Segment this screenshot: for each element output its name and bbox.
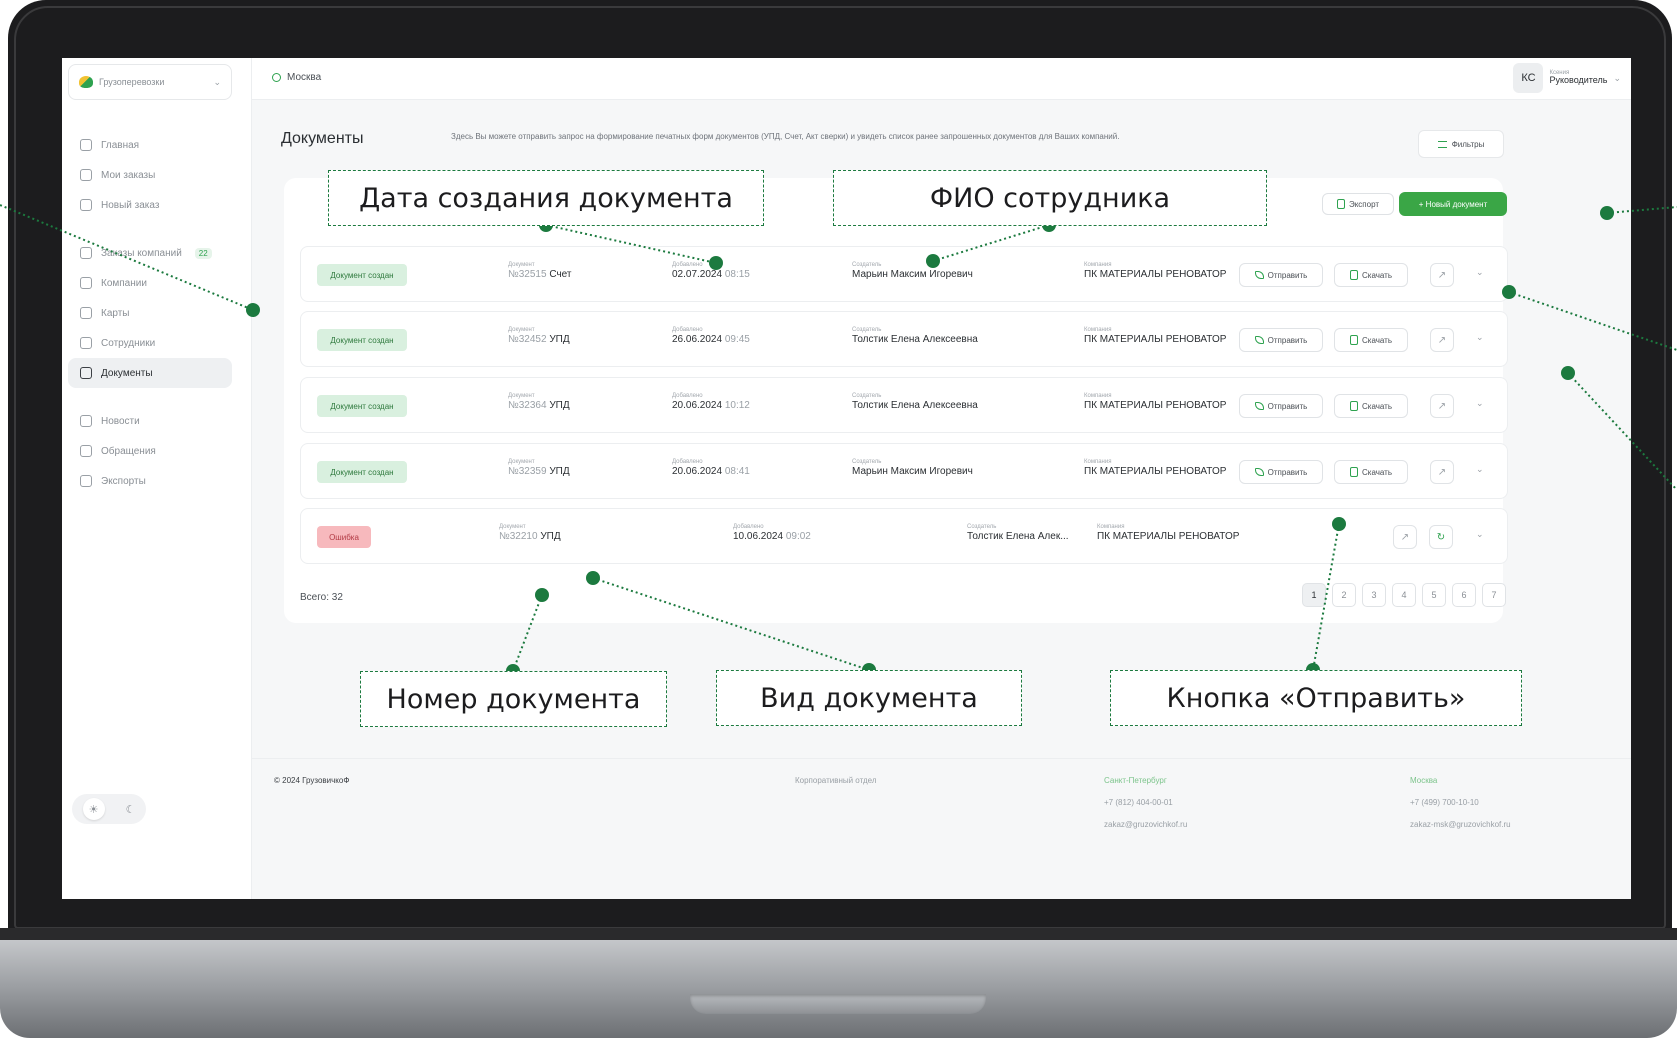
annotation-dot [1600, 206, 1614, 220]
callout-doc-type: Вид документа [716, 670, 1022, 726]
callout-employee-name: ФИО сотрудника [833, 170, 1267, 226]
callout-date-created: Дата создания документа [328, 170, 764, 226]
callout-doc-number: Номер документа [360, 671, 667, 727]
leader-line-expand [1567, 372, 1677, 491]
annotation-dot [1561, 366, 1575, 380]
annotation-dot [586, 571, 600, 585]
annotation-dot [926, 254, 940, 268]
leader-line-date [545, 224, 717, 264]
annotation-dot [535, 588, 549, 602]
annotation-dot [709, 256, 723, 270]
annotation-dot [1502, 285, 1516, 299]
leader-line-employee [932, 224, 1050, 262]
leader-line-sidebar [0, 204, 254, 311]
leader-line-number [512, 594, 543, 672]
leader-line-send [1312, 523, 1340, 671]
annotation-dot [1332, 517, 1346, 531]
annotation-lines [0, 204, 1677, 678]
annotation-dot [246, 303, 260, 317]
leader-line-type [592, 577, 870, 671]
callout-send-button: Кнопка «Отправить» [1110, 670, 1522, 726]
leader-line-new-doc [1606, 206, 1677, 214]
leader-line-actions [1508, 291, 1677, 351]
stage: Грузоперевозки ⌄ Главная Мои заказы Новый … [0, 0, 1677, 1038]
